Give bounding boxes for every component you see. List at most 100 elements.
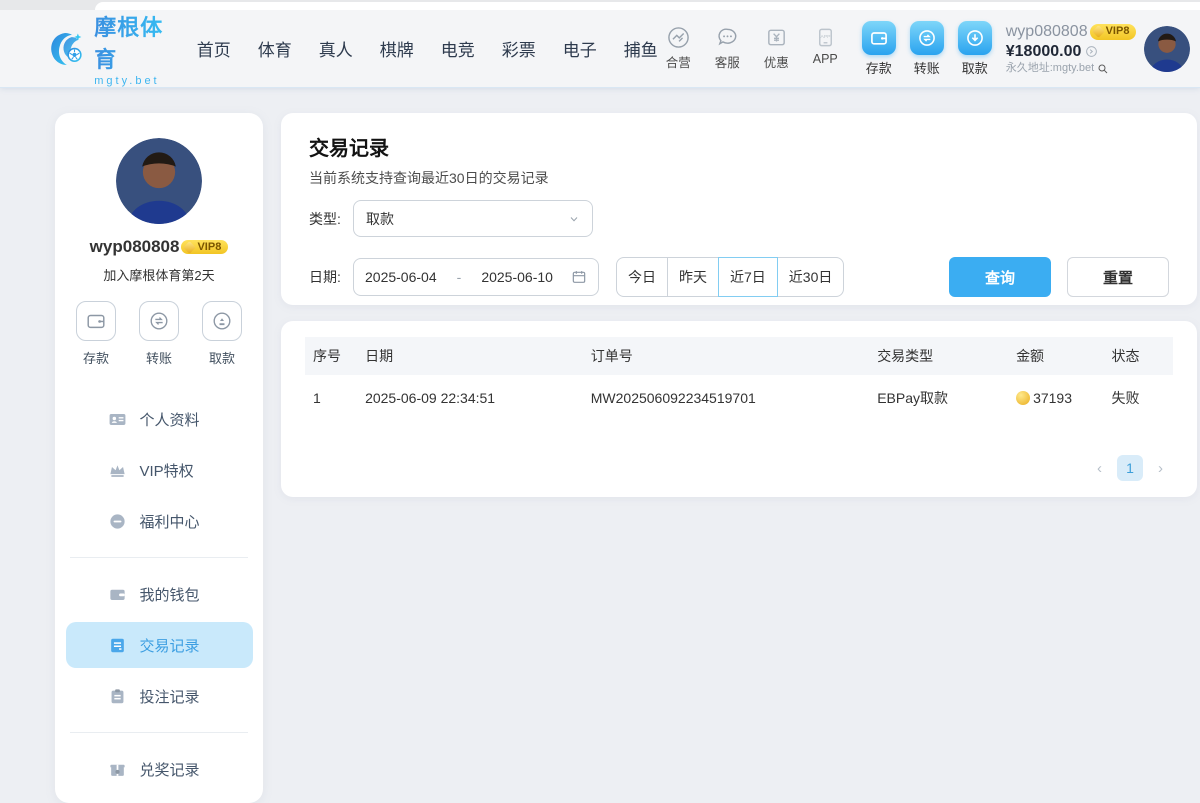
magnifier-icon[interactable] xyxy=(1097,63,1109,75)
col-index: 序号 xyxy=(305,337,357,375)
withdraw-button[interactable]: 取款 xyxy=(958,21,992,77)
joined-days-text: 加入摩根体育第2天 xyxy=(55,265,263,284)
transaction-type-select[interactable]: 取款 xyxy=(353,200,593,237)
brand-domain: mgty.bet xyxy=(94,75,175,87)
app-header: 摩根体育 mgty.bet 首页 体育 真人 棋牌 电竞 彩票 电子 捕鱼 合营… xyxy=(0,10,1200,88)
sidebar-wallet-actions: 存款 转账 取款 xyxy=(55,301,263,367)
sidebar-item-bet-records[interactable]: 投注记录 xyxy=(66,673,253,719)
filter-card: 交易记录 当前系统支持查询最近30日的交易记录 类型: 取款 日期: 2025-… xyxy=(281,113,1197,305)
page-title: 交易记录 xyxy=(309,132,1169,161)
brand-name: 摩根体育 xyxy=(94,10,175,74)
wallet-action-label: 转账 xyxy=(914,58,940,77)
app-download-link[interactable]: APP APP xyxy=(805,26,846,71)
browser-tab-bar xyxy=(95,2,1200,10)
nav-item-live[interactable]: 真人 xyxy=(319,36,353,61)
refresh-balance-icon[interactable] xyxy=(1085,45,1098,58)
bet-records-icon xyxy=(108,687,127,706)
vip-badge: VIP8 xyxy=(1090,24,1137,40)
quick-link-label: APP xyxy=(813,52,838,66)
vip-gem-icon xyxy=(184,241,197,254)
wallet-action-label: 取款 xyxy=(962,58,988,77)
nav-item-home[interactable]: 首页 xyxy=(197,36,231,61)
partnership-icon xyxy=(667,26,690,49)
range-30days-button[interactable]: 近30日 xyxy=(777,257,845,297)
username: wyp080808 xyxy=(1006,22,1088,42)
permanent-address: 永久地址:mgty.bet xyxy=(1006,62,1094,76)
nav-item-lottery[interactable]: 彩票 xyxy=(502,36,536,61)
search-button[interactable]: 查询 xyxy=(949,257,1051,297)
withdraw-icon xyxy=(202,301,242,341)
date-range-picker[interactable]: 2025-06-04 - 2025-06-10 xyxy=(353,258,599,296)
records-card: 序号 日期 订单号 交易类型 金额 状态 1 2025-06-09 22:34:… xyxy=(281,321,1197,497)
col-date: 日期 xyxy=(357,337,583,375)
cell-order-no: MW202506092234519701 xyxy=(583,375,869,421)
col-type: 交易类型 xyxy=(869,337,1008,375)
sidebar-item-label: 交易记录 xyxy=(140,635,200,656)
welfare-icon xyxy=(108,512,127,531)
col-amount: 金额 xyxy=(1008,337,1103,375)
withdraw-button[interactable]: 取款 xyxy=(202,301,242,367)
table-row: 1 2025-06-09 22:34:51 MW2025060922345197… xyxy=(305,375,1173,421)
date-separator: - xyxy=(455,269,464,285)
range-7days-button[interactable]: 近7日 xyxy=(718,257,778,297)
promo-icon xyxy=(765,26,788,49)
cell-date: 2025-06-09 22:34:51 xyxy=(357,375,583,421)
quick-link-label: 客服 xyxy=(715,52,740,71)
quick-link-label: 合营 xyxy=(666,52,691,71)
nav-item-slots[interactable]: 电子 xyxy=(563,36,597,61)
vip-icon xyxy=(108,461,127,480)
header-user-block[interactable]: wyp080808 VIP8 ¥18000.00 永久地址:mgty.bet xyxy=(1006,22,1138,76)
browser-top-strip xyxy=(0,0,1200,10)
svg-text:APP: APP xyxy=(820,34,831,40)
partnership-link[interactable]: 合营 xyxy=(658,26,699,71)
cell-status: 失败 xyxy=(1104,375,1173,421)
brand-logo[interactable]: 摩根体育 mgty.bet xyxy=(46,10,175,87)
sidebar-item-profile[interactable]: 个人资料 xyxy=(66,396,253,442)
nav-item-sports[interactable]: 体育 xyxy=(258,36,292,61)
promo-link[interactable]: 优惠 xyxy=(756,26,797,71)
wallet-action-label: 取款 xyxy=(209,348,235,367)
sidebar-item-wallet[interactable]: 我的钱包 xyxy=(66,571,253,617)
nav-item-cards[interactable]: 棋牌 xyxy=(380,36,414,61)
avatar-image xyxy=(1144,26,1190,72)
next-page-icon[interactable]: › xyxy=(1158,460,1163,477)
sidebar-item-label: 我的钱包 xyxy=(140,584,200,605)
page-number[interactable]: 1 xyxy=(1117,455,1143,481)
profile-icon xyxy=(108,410,127,429)
sidebar-item-redeem[interactable]: 兑奖记录 xyxy=(66,746,253,792)
customer-service-link[interactable]: 客服 xyxy=(707,26,748,71)
date-label: 日期: xyxy=(309,267,353,287)
wallet-icon xyxy=(108,585,127,604)
deposit-icon xyxy=(862,21,896,55)
transfer-button[interactable]: 转账 xyxy=(139,301,179,367)
prev-page-icon[interactable]: ‹ xyxy=(1097,460,1102,477)
transfer-button[interactable]: 转账 xyxy=(910,21,944,77)
range-yesterday-button[interactable]: 昨天 xyxy=(667,257,719,297)
sidebar-item-label: 个人资料 xyxy=(140,409,200,430)
deposit-icon xyxy=(76,301,116,341)
menu-divider xyxy=(70,732,248,733)
nav-item-fishing[interactable]: 捕鱼 xyxy=(624,36,658,61)
range-today-button[interactable]: 今日 xyxy=(616,257,668,297)
avatar[interactable] xyxy=(1144,26,1190,72)
page-subtitle: 当前系统支持查询最近30日的交易记录 xyxy=(309,168,1169,188)
sidebar-item-welfare[interactable]: 福利中心 xyxy=(66,498,253,544)
calendar-icon xyxy=(571,269,587,285)
coin-icon xyxy=(1016,391,1030,405)
nav-item-esports[interactable]: 电竞 xyxy=(441,36,475,61)
deposit-button[interactable]: 存款 xyxy=(76,301,116,367)
balance-amount: ¥18000.00 xyxy=(1006,42,1082,62)
cell-amount: 37193 xyxy=(1008,375,1103,421)
sidebar-item-label: 兑奖记录 xyxy=(140,759,200,780)
sidebar-item-label: VIP特权 xyxy=(140,460,194,481)
deposit-button[interactable]: 存款 xyxy=(862,21,896,77)
sidebar-item-transactions[interactable]: 交易记录 xyxy=(66,622,253,668)
sidebar-item-vip[interactable]: VIP特权 xyxy=(66,447,253,493)
reset-button[interactable]: 重置 xyxy=(1067,257,1169,297)
header-quick-links: 合营 客服 优惠 APP APP xyxy=(658,26,846,71)
quick-link-label: 优惠 xyxy=(764,52,789,71)
cell-index: 1 xyxy=(305,375,357,421)
sidebar-username: wyp080808 xyxy=(90,237,180,257)
customer-service-icon xyxy=(716,26,739,49)
transfer-icon xyxy=(910,21,944,55)
